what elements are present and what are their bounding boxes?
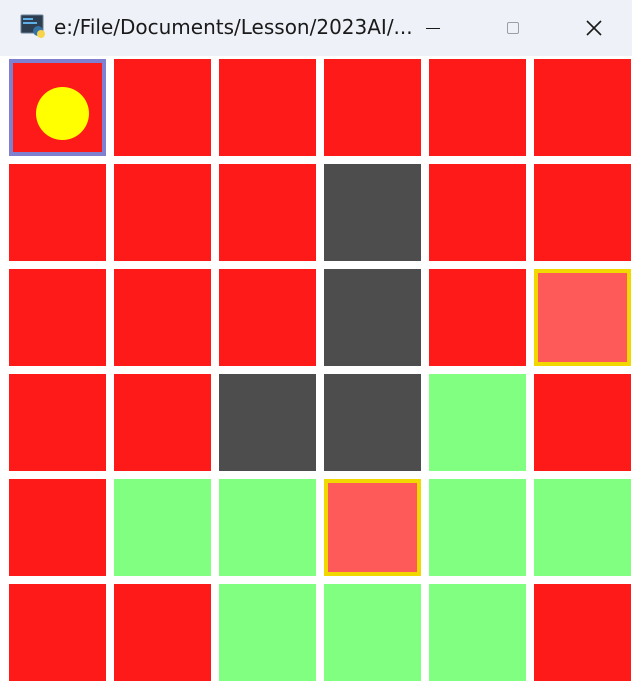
grid-cell-red-r5c0[interactable]	[9, 584, 106, 681]
grid-cell-red-r3c5[interactable]	[534, 374, 631, 471]
grid-cell-goal-region-r5c2[interactable]	[219, 584, 316, 681]
minimize-button[interactable]	[410, 12, 456, 44]
grid-cell-red-r2c2[interactable]	[219, 269, 316, 366]
app-window: e:/File/Documents/Lesson/2023AI/...	[0, 0, 632, 683]
grid-cell-red-r3c0[interactable]	[9, 374, 106, 471]
grid-cell-red-r0c4[interactable]	[429, 59, 526, 156]
grid-cell-goal-region-r4c2[interactable]	[219, 479, 316, 576]
grid-cell-red-r1c4[interactable]	[429, 164, 526, 261]
grid-cell-red-r2c1[interactable]	[114, 269, 211, 366]
grid-cell-red-r3c1[interactable]	[114, 374, 211, 471]
grid-cell-goal-region-r4c1[interactable]	[114, 479, 211, 576]
grid-cell-red-r0c1[interactable]	[114, 59, 211, 156]
grid-cell-goal-region-r4c4[interactable]	[429, 479, 526, 576]
grid-cell-red-r1c0[interactable]	[9, 164, 106, 261]
close-button[interactable]	[571, 12, 617, 44]
title-bar[interactable]: e:/File/Documents/Lesson/2023AI/...	[0, 0, 632, 56]
grid-cell-goal-region-r5c3[interactable]	[324, 584, 421, 681]
grid-cell-red-r2c4[interactable]	[429, 269, 526, 366]
grid-cell-red-r1c1[interactable]	[114, 164, 211, 261]
grid-cell-red-r4c0[interactable]	[9, 479, 106, 576]
grid-cell-highlighted-r2c5[interactable]	[534, 269, 631, 366]
agent-circle-icon	[36, 87, 89, 140]
maximize-button[interactable]	[490, 12, 536, 44]
grid-board	[0, 56, 632, 683]
grid-cell-goal-region-r4c5[interactable]	[534, 479, 631, 576]
grid-cell-red-r0c0[interactable]	[9, 59, 106, 156]
grid-cell-wall-r3c3[interactable]	[324, 374, 421, 471]
minimize-icon	[426, 27, 440, 29]
grid-cell-red-r0c5[interactable]	[534, 59, 631, 156]
grid-cell-red-r0c3[interactable]	[324, 59, 421, 156]
grid-cell-goal-region-r5c4[interactable]	[429, 584, 526, 681]
grid-cell-red-r5c5[interactable]	[534, 584, 631, 681]
grid-cell-wall-r3c2[interactable]	[219, 374, 316, 471]
grid-cell-goal-region-r3c4[interactable]	[429, 374, 526, 471]
maximize-icon	[507, 22, 519, 34]
grid-cell-red-r1c2[interactable]	[219, 164, 316, 261]
grid-cell-highlighted-r4c3[interactable]	[324, 479, 421, 576]
python-app-icon	[20, 14, 45, 38]
close-icon	[586, 20, 602, 36]
grid-cell-wall-r2c3[interactable]	[324, 269, 421, 366]
grid-cell-red-r2c0[interactable]	[9, 269, 106, 366]
window-title: e:/File/Documents/Lesson/2023AI/...	[54, 15, 413, 39]
grid-cell-red-r5c1[interactable]	[114, 584, 211, 681]
grid-cell-red-r0c2[interactable]	[219, 59, 316, 156]
grid-cell-wall-r1c3[interactable]	[324, 164, 421, 261]
grid-cell-red-r1c5[interactable]	[534, 164, 631, 261]
